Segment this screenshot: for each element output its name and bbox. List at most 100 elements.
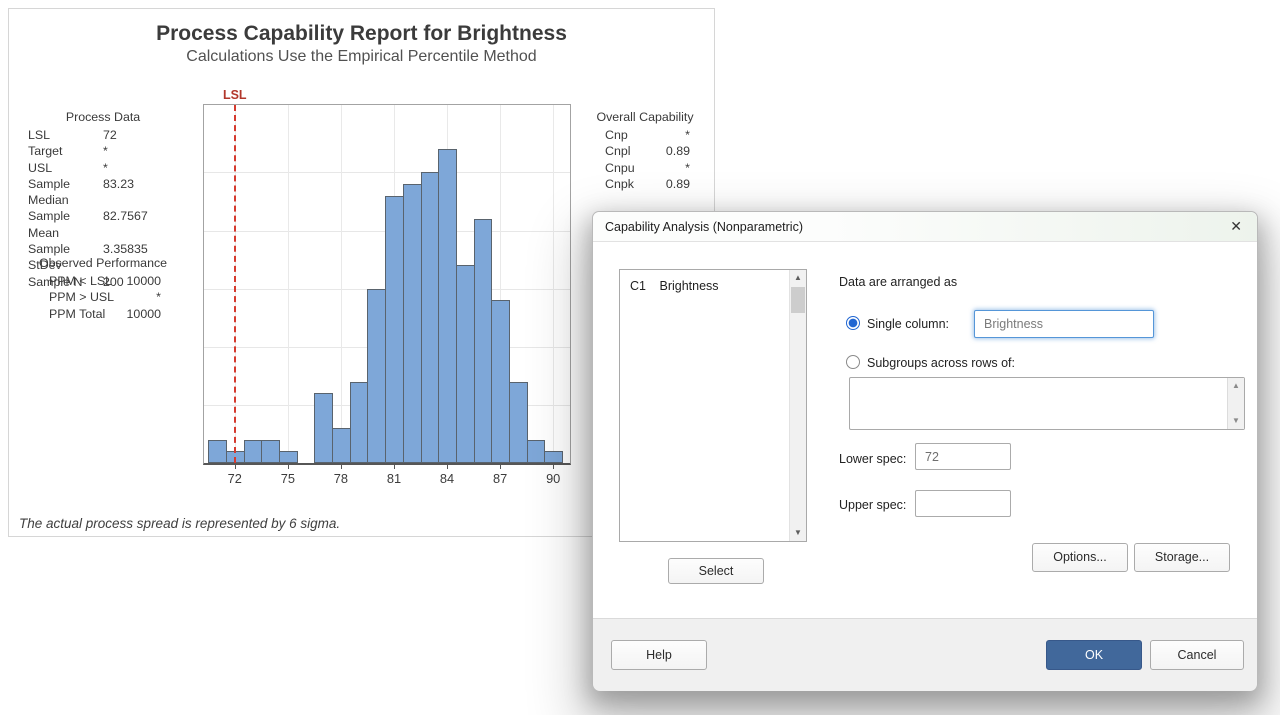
stat-label: Cnpu (605, 160, 635, 176)
scroll-up-icon[interactable]: ▲ (1228, 378, 1244, 394)
histogram-bar (509, 382, 528, 463)
dialog-titlebar[interactable]: Capability Analysis (Nonparametric) ✕ (593, 212, 1257, 242)
lsl-reference-line (234, 105, 236, 463)
histogram-bar (261, 440, 280, 463)
column-listbox: C1 Brightness ▲ ▼ (619, 269, 807, 542)
y-gridline (204, 172, 570, 173)
histogram-bar (544, 451, 563, 463)
histogram-bar (385, 196, 404, 463)
histogram-bar (350, 382, 369, 463)
help-button[interactable]: Help (611, 640, 707, 670)
cancel-button[interactable]: Cancel (1150, 640, 1244, 670)
stat-value: 10000 (105, 306, 161, 322)
observed-performance-heading: Observed Performance (21, 255, 185, 272)
stat-label: Sample Median (21, 176, 103, 209)
capability-analysis-dialog: Capability Analysis (Nonparametric) ✕ C1… (592, 211, 1258, 690)
scroll-up-icon[interactable]: ▲ (790, 270, 806, 286)
stat-label: PPM Total (49, 306, 105, 322)
stat-row: Cnpk 0.89 (593, 176, 697, 192)
single-column-input[interactable] (974, 310, 1154, 338)
observed-performance-panel: Observed Performance PPM < LSL10000PPM >… (21, 255, 185, 322)
stat-value: * (114, 289, 161, 305)
stat-label: USL (21, 160, 103, 176)
stat-row: USL* (21, 160, 185, 176)
list-item-c1-brightness[interactable]: C1 Brightness (620, 276, 788, 296)
x-tick-label: 81 (387, 471, 401, 486)
overall-capability-heading: Overall Capability (593, 109, 697, 126)
close-icon[interactable]: ✕ (1226, 218, 1246, 235)
subgroups-scrollbar[interactable]: ▲ ▼ (1227, 378, 1244, 429)
stat-label: Cnpk (605, 176, 634, 192)
histogram-bar (421, 172, 440, 463)
single-column-radio[interactable] (846, 316, 860, 330)
scrollbar-thumb[interactable] (791, 287, 805, 313)
histogram-bar (314, 393, 333, 463)
process-data-heading: Process Data (21, 109, 185, 126)
stat-label: PPM < LSL (49, 273, 112, 289)
options-button[interactable]: Options... (1032, 543, 1128, 572)
upper-spec-input[interactable] (915, 490, 1011, 517)
histogram-bar (332, 428, 351, 463)
subgroups-radio[interactable] (846, 355, 860, 369)
column-id: C1 (630, 279, 656, 293)
data-arranged-label: Data are arranged as (839, 275, 957, 289)
stat-row: Target* (21, 143, 185, 159)
x-tick-label: 84 (440, 471, 454, 486)
scroll-down-icon[interactable]: ▼ (1228, 413, 1244, 429)
stat-row: PPM Total10000 (21, 306, 185, 322)
histogram-bar (474, 219, 493, 463)
stat-value: * (103, 143, 108, 159)
histogram-bar (244, 440, 263, 463)
lower-spec-input[interactable] (915, 443, 1011, 470)
scroll-down-icon[interactable]: ▼ (790, 525, 806, 541)
x-tick-label: 75 (281, 471, 295, 486)
storage-button[interactable]: Storage... (1134, 543, 1230, 572)
stat-row: PPM < LSL10000 (21, 273, 185, 289)
stat-value: * (685, 127, 690, 143)
stat-row: Sample Mean82.7567 (21, 208, 185, 241)
histogram-bar (279, 451, 298, 463)
dialog-title: Capability Analysis (Nonparametric) (605, 220, 803, 234)
listbox-scrollbar[interactable]: ▲ ▼ (789, 270, 806, 541)
histogram-bar (456, 265, 475, 463)
stat-label: Sample Mean (21, 208, 103, 241)
upper-spec-label: Upper spec: (839, 498, 906, 512)
subgroups-input[interactable]: ▲ ▼ (849, 377, 1245, 430)
stat-label: PPM > USL (49, 289, 114, 305)
ok-button[interactable]: OK (1046, 640, 1142, 670)
stat-row: LSL72 (21, 127, 185, 143)
x-tick-mark (394, 465, 395, 469)
column-name: Brightness (659, 279, 718, 293)
report-subtitle: Calculations Use the Empirical Percentil… (9, 48, 714, 66)
x-tick-label: 87 (493, 471, 507, 486)
stat-value: 10000 (112, 273, 161, 289)
stat-row: Sample Median83.23 (21, 176, 185, 209)
histogram-bar (208, 440, 227, 463)
x-gridline (341, 105, 342, 463)
x-gridline (553, 105, 554, 463)
stat-row: Cnpu* (593, 160, 697, 176)
report-footnote: The actual process spread is represented… (19, 516, 340, 531)
x-tick-mark (447, 465, 448, 469)
lower-spec-label: Lower spec: (839, 452, 906, 466)
overall-capability-panel: Overall Capability Cnp*Cnpl0.89Cnpu*Cnpk… (593, 109, 697, 192)
histogram-bar (527, 440, 546, 463)
lsl-label: LSL (223, 88, 247, 102)
stat-row: Cnpl 0.89 (593, 143, 697, 159)
histogram-bar (491, 300, 510, 463)
x-gridline (288, 105, 289, 463)
histogram-bar (403, 184, 422, 463)
histogram-plot: 72757881848790LSL (203, 104, 571, 465)
stat-row: Cnp* (593, 127, 697, 143)
stat-value: 0.89 (666, 176, 690, 192)
stat-label: LSL (21, 127, 103, 143)
x-tick-mark (553, 465, 554, 469)
x-tick-label: 90 (546, 471, 560, 486)
stat-label: Cnpl (605, 143, 630, 159)
single-column-label[interactable]: Single column: (867, 317, 949, 331)
histogram-bar (438, 149, 457, 463)
dialog-footer: Help OK Cancel (593, 618, 1257, 691)
select-button[interactable]: Select (668, 558, 764, 584)
subgroups-label[interactable]: Subgroups across rows of: (867, 356, 1015, 370)
stat-value: 0.89 (666, 143, 690, 159)
